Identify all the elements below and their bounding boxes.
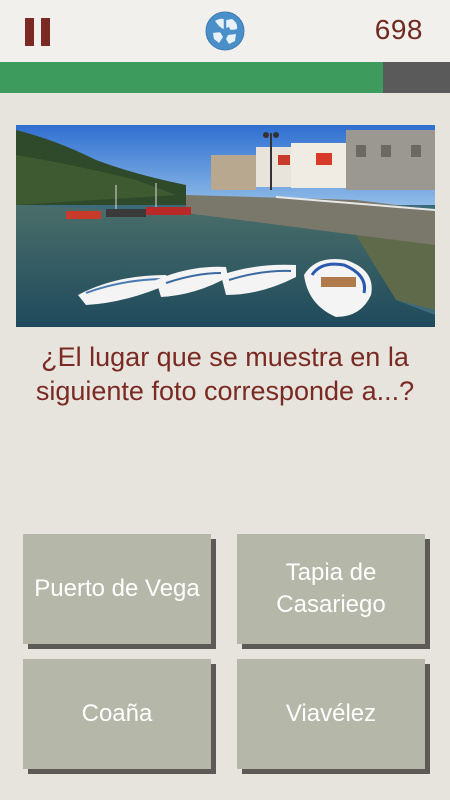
progress-bar xyxy=(0,62,450,93)
pause-icon-bar xyxy=(41,18,50,46)
globe-logo-icon xyxy=(205,11,245,51)
pause-button[interactable] xyxy=(25,18,51,46)
answer-button-1[interactable]: Puerto de Vega xyxy=(23,534,211,644)
question-photo xyxy=(16,125,435,327)
answer-button-3[interactable]: Coaña xyxy=(23,659,211,769)
question-text: ¿El lugar que se muestra en la siguiente… xyxy=(35,342,415,406)
score-counter: 698 xyxy=(374,14,423,45)
pause-icon xyxy=(25,18,34,46)
answer-button-4[interactable]: Viavélez xyxy=(237,659,425,769)
progress-bar-fill xyxy=(0,62,383,93)
harbor-photo-image xyxy=(16,125,435,327)
top-bar: 698 xyxy=(0,0,450,62)
answer-button-2[interactable]: Tapia de Casariego xyxy=(237,534,425,644)
